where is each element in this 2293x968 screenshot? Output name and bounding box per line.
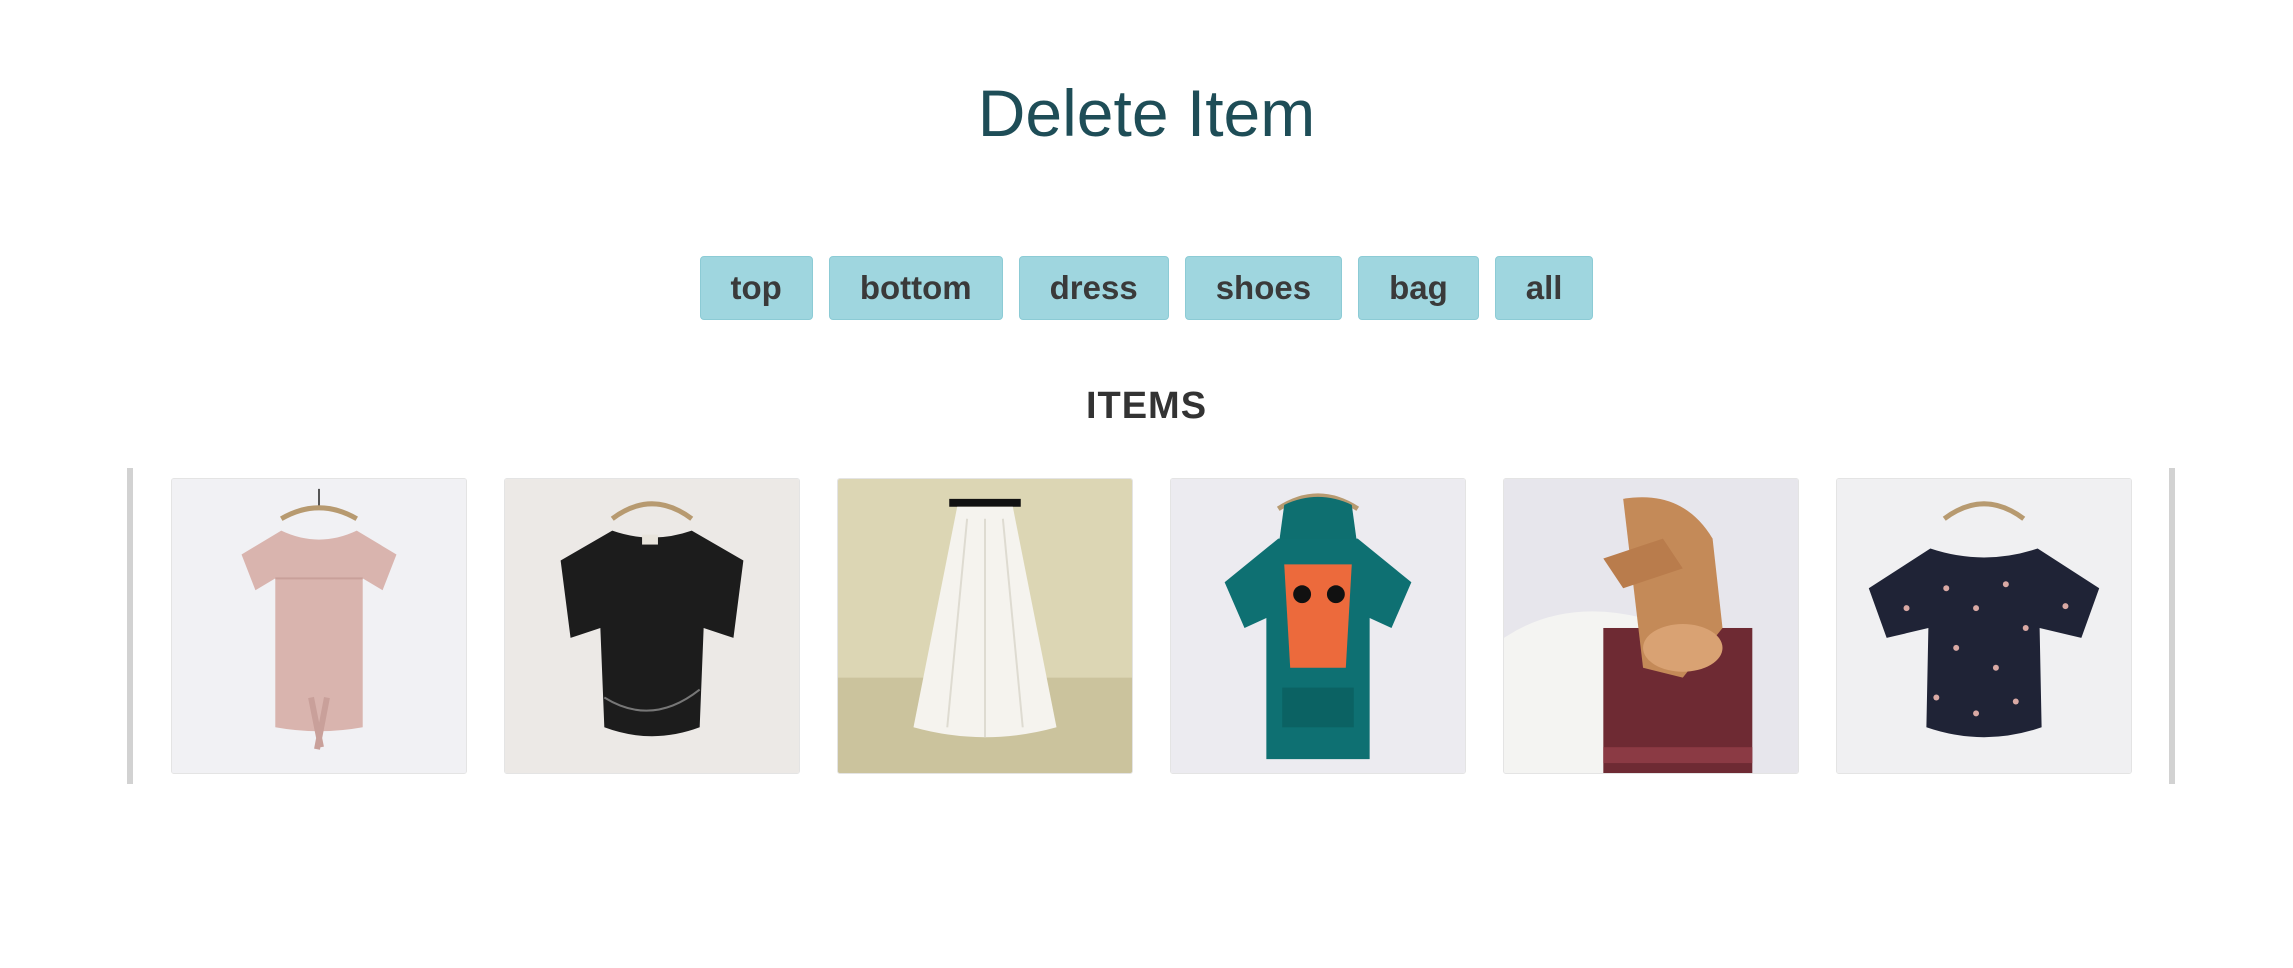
filter-all-button[interactable]: all	[1494, 256, 1594, 320]
floral-blouse-icon	[1837, 479, 2131, 773]
pink-tshirt-icon	[172, 479, 466, 773]
item-card-teal-hoodie[interactable]	[1170, 478, 1466, 774]
items-heading: ITEMS	[1085, 385, 1208, 427]
black-top-icon	[505, 479, 799, 773]
item-card-floral-blouse[interactable]	[1836, 478, 2132, 774]
delete-item-page: Delete Item top bottom dress shoes bag a…	[0, 0, 2293, 968]
page-title: Delete Item	[977, 76, 1316, 150]
filter-top-button[interactable]: top	[699, 256, 813, 320]
item-card-white-skirt[interactable]	[837, 478, 1133, 774]
items-carousel[interactable]	[127, 468, 2175, 784]
filter-bag-button[interactable]: bag	[1358, 256, 1479, 320]
tan-sandals-icon	[1504, 479, 1798, 773]
filter-shoes-button[interactable]: shoes	[1184, 256, 1343, 320]
item-card-pink-tee[interactable]	[171, 478, 467, 774]
item-card-black-top[interactable]	[504, 478, 800, 774]
filter-dress-button[interactable]: dress	[1018, 256, 1169, 320]
filter-bottom-button[interactable]: bottom	[828, 256, 1003, 320]
teal-hoodie-icon	[1171, 479, 1465, 773]
item-card-tan-sandals[interactable]	[1503, 478, 1799, 774]
white-skirt-icon	[838, 479, 1132, 773]
category-filter-bar: top bottom dress shoes bag all	[0, 256, 2293, 320]
